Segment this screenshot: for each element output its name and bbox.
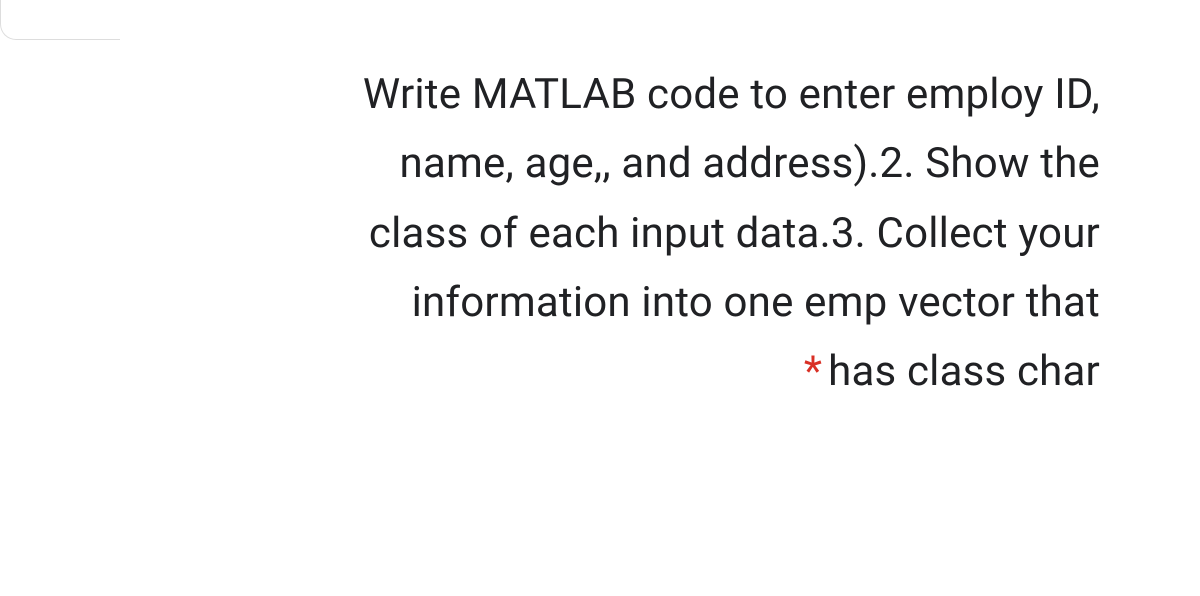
question-line-1: Write MATLAB code to enter employ ID, <box>363 70 1100 119</box>
question-line-5: has class char <box>828 347 1100 396</box>
question-line-3: class of each input data.3. Collect your <box>369 209 1100 258</box>
required-asterisk: * <box>804 347 822 396</box>
question-prompt: Write MATLAB code to enter employ ID, na… <box>363 60 1100 406</box>
card-border-curve <box>0 0 120 40</box>
question-line-2: name, age,, and address).2. Show the <box>400 139 1100 188</box>
question-line-4: information into one emp vector that <box>412 278 1100 327</box>
